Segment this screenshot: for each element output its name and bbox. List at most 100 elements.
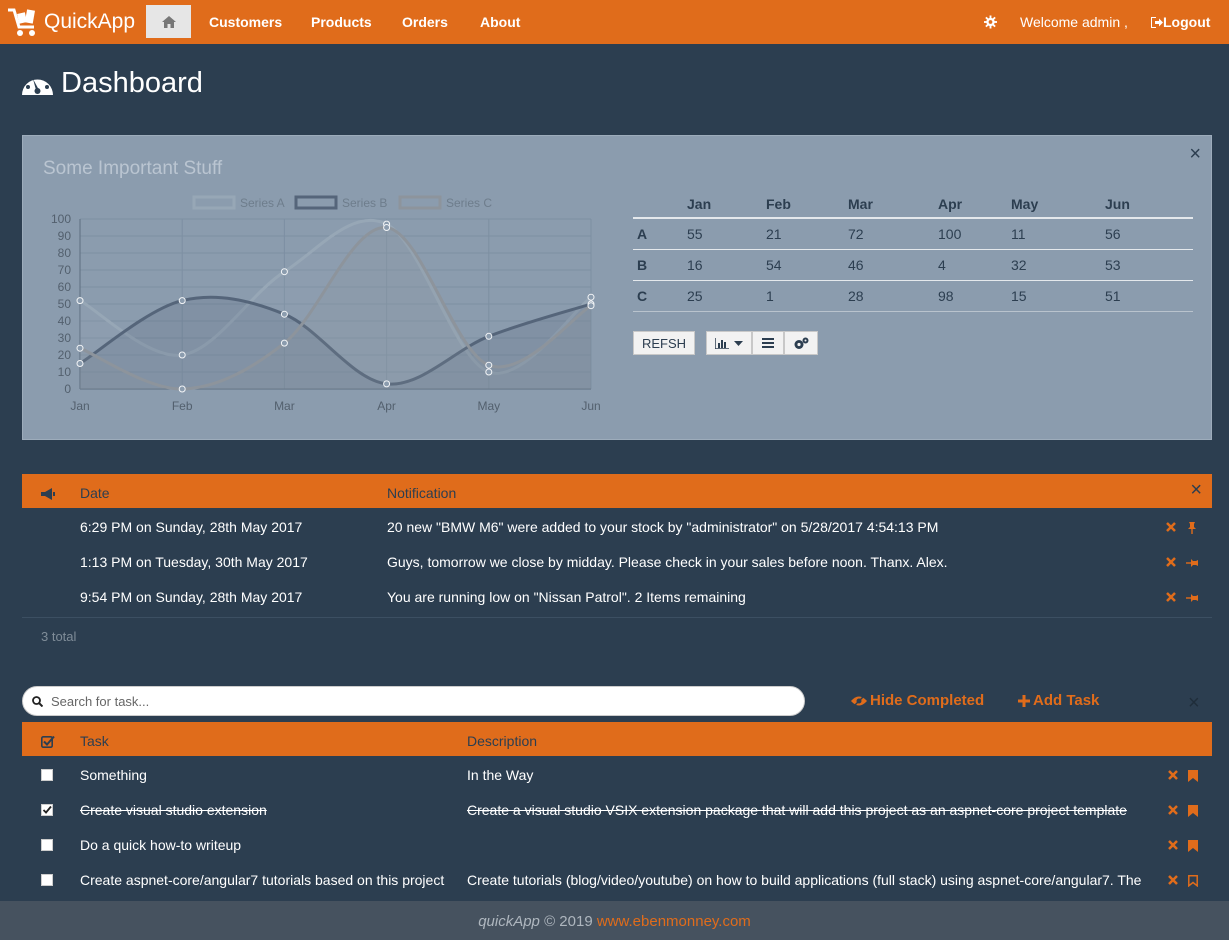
y-tick-label: 30 xyxy=(58,331,72,345)
legend-label: Series B xyxy=(342,196,387,210)
pin-unpinned-icon[interactable] xyxy=(1186,592,1198,604)
table-header-row: Jan Feb Mar Apr May Jun xyxy=(633,191,1193,218)
table-row: B 16 54 46 4 32 53 xyxy=(633,249,1193,280)
row-actions xyxy=(1166,522,1198,534)
table-row: Something In the Way xyxy=(22,758,1212,793)
chart-panel-close-icon[interactable]: × xyxy=(1189,144,1201,164)
y-tick-label: 80 xyxy=(58,246,72,260)
footer-link[interactable]: www.ebenmonney.com xyxy=(597,913,751,930)
task-description: In the Way xyxy=(467,767,534,783)
nav-products[interactable]: Products xyxy=(311,0,372,44)
brand-link[interactable]: QuickApp xyxy=(6,5,135,39)
data-point xyxy=(587,293,595,301)
task-name: Create aspnet-core/angular7 tutorials ba… xyxy=(80,872,445,888)
delete-x-icon[interactable] xyxy=(1168,840,1178,850)
refresh-button[interactable]: REFSH xyxy=(633,331,695,355)
hide-completed-label: Hide Completed xyxy=(870,692,985,709)
nav-about[interactable]: About xyxy=(480,0,520,44)
data-point xyxy=(280,339,288,347)
table-row: Create aspnet-core/angular7 tutorials ba… xyxy=(22,863,1212,898)
settings-gear-icon[interactable] xyxy=(984,15,997,29)
nav-home-button[interactable] xyxy=(146,5,191,38)
data-point xyxy=(485,361,493,369)
task-done-checkbox[interactable] xyxy=(41,804,53,816)
hide-completed-button[interactable]: Hide Completed xyxy=(851,690,984,712)
logout-link[interactable]: Logout xyxy=(1150,0,1210,44)
table-cell: 46 xyxy=(848,256,864,273)
list-view-button[interactable] xyxy=(752,331,784,355)
bookmark-icon[interactable] xyxy=(1188,840,1198,852)
plus-icon xyxy=(1018,695,1030,707)
brand-name: QuickApp xyxy=(44,10,136,33)
data-point xyxy=(76,344,84,352)
delete-x-icon[interactable] xyxy=(1168,770,1178,780)
data-point xyxy=(76,297,84,305)
task-name: Create visual studio extension xyxy=(80,802,267,818)
task-description: Create a visual studio VSIX extension pa… xyxy=(467,802,1127,818)
notifications-close-icon[interactable]: × xyxy=(1190,474,1202,506)
eye-slash-icon xyxy=(851,695,867,707)
check-square-icon[interactable] xyxy=(41,722,55,760)
column-header-notification[interactable]: Notification xyxy=(387,474,456,512)
footer: quickApp © 2019 www.ebenmonney.com xyxy=(0,901,1229,940)
table-col-header: May xyxy=(1011,196,1039,212)
row-actions xyxy=(1166,557,1198,569)
tasks-close-icon[interactable]: × xyxy=(1188,693,1200,713)
y-tick-label: 0 xyxy=(64,382,71,396)
data-point xyxy=(76,360,84,367)
legend-swatch xyxy=(192,195,236,210)
table-cell: 56 xyxy=(1105,225,1121,242)
notification-text: 20 new "BMW M6" were added to your stock… xyxy=(387,519,939,535)
row-actions xyxy=(1168,770,1198,782)
legend-label: Series C xyxy=(446,196,492,210)
table-cell: 32 xyxy=(1011,256,1027,273)
table-row-label: C xyxy=(637,287,648,304)
bookmark-outline-icon[interactable] xyxy=(1188,875,1198,887)
pin-unpinned-icon[interactable] xyxy=(1186,557,1198,569)
table-cell: 100 xyxy=(938,225,962,242)
chart-toolbar: REFSH xyxy=(633,331,818,355)
add-task-button[interactable]: Add Task xyxy=(1018,690,1099,712)
data-point xyxy=(383,380,391,388)
nav-customers[interactable]: Customers xyxy=(209,0,282,44)
delete-x-icon[interactable] xyxy=(1166,592,1176,602)
x-tick-label: Apr xyxy=(377,399,396,413)
delete-x-icon[interactable] xyxy=(1166,557,1176,567)
x-tick-label: Feb xyxy=(172,399,193,413)
column-header-description[interactable]: Description xyxy=(467,722,537,760)
bookmark-icon[interactable] xyxy=(1188,805,1198,817)
chart-type-dropdown[interactable] xyxy=(706,331,752,355)
bookmark-icon[interactable] xyxy=(1188,770,1198,782)
delete-x-icon[interactable] xyxy=(1168,805,1178,815)
nav-orders[interactable]: Orders xyxy=(402,0,448,44)
y-tick-label: 50 xyxy=(58,297,72,311)
delete-x-icon[interactable] xyxy=(1166,522,1176,532)
page-title: Dashboard xyxy=(20,64,203,102)
table-row: Create visual studio extension Create a … xyxy=(22,793,1212,828)
chart-panel-title: Some Important Stuff xyxy=(43,158,223,179)
task-name: Something xyxy=(80,767,147,783)
task-done-checkbox[interactable] xyxy=(41,839,53,851)
pin-icon[interactable] xyxy=(1186,522,1198,534)
task-done-checkbox[interactable] xyxy=(41,769,53,781)
column-header-task[interactable]: Task xyxy=(80,722,109,760)
notification-text: Guys, tomorrow we close by midday. Pleas… xyxy=(387,554,948,570)
delete-x-icon[interactable] xyxy=(1168,875,1178,885)
y-tick-label: 100 xyxy=(51,212,71,226)
task-search-input[interactable] xyxy=(51,693,751,709)
column-header-date[interactable]: Date xyxy=(80,474,110,512)
task-done-checkbox[interactable] xyxy=(41,874,53,886)
y-tick-label: 20 xyxy=(58,348,72,362)
table-row-label: B xyxy=(637,256,648,273)
tasks-header: Task Description xyxy=(22,722,1212,756)
data-point xyxy=(280,268,288,276)
row-actions xyxy=(1168,805,1198,817)
footer-copyright: © 2019 xyxy=(539,913,597,930)
caret-down-icon xyxy=(734,340,743,346)
checkmark-icon xyxy=(42,805,52,814)
chart-options-button[interactable] xyxy=(784,331,818,355)
table-col-header: Apr xyxy=(938,196,963,212)
search-icon xyxy=(32,695,43,707)
notification-text: You are running low on "Nissan Patrol". … xyxy=(387,589,746,605)
dashboard-gauge-icon xyxy=(22,72,53,95)
